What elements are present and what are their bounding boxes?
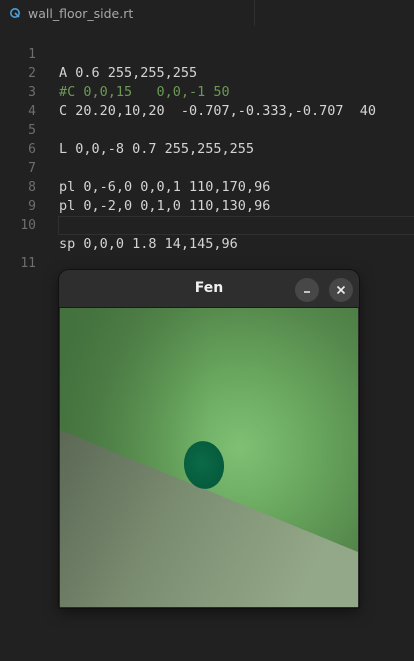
line-text: sp 0,0,0 1.8 14,145,96 — [59, 236, 238, 252]
code-editor[interactable]: 1 A 0.6 255,255,255 2 #C 0,0,15 0,0,-1 5… — [0, 26, 414, 271]
render-window[interactable]: Fen — [59, 270, 359, 608]
minimize-icon — [304, 291, 310, 293]
window-titlebar[interactable]: Fen — [59, 270, 359, 308]
close-icon — [336, 285, 346, 295]
line-number: 11 — [20, 256, 36, 271]
close-button[interactable] — [329, 278, 353, 302]
render-viewport — [60, 308, 358, 607]
rt-file-icon — [8, 6, 22, 20]
code-line: 1 A 0.6 255,255,255 — [0, 26, 414, 81]
code-line: 8 pl 0,-2,0 0,1,0 110,130,96 — [0, 159, 414, 214]
code-line-current: 11 — [0, 216, 414, 271]
file-tab[interactable]: wall_floor_side.rt — [0, 0, 255, 26]
file-tab-label: wall_floor_side.rt — [28, 5, 134, 21]
editor-tab-bar: wall_floor_side.rt — [0, 0, 414, 26]
code-line: 5 L 0,0,-8 0.7 255,255,255 — [0, 102, 414, 157]
code-line: 7 pl 0,-6,0 0,0,1 110,170,96 — [0, 140, 414, 195]
minimize-button[interactable] — [295, 278, 319, 302]
code-line: 10 sp 0,0,0 1.8 14,145,96 — [0, 197, 414, 252]
code-line: 6 — [0, 121, 414, 157]
code-line: 9 — [0, 178, 414, 214]
current-line-highlight — [58, 216, 414, 235]
code-line: 3 C 20.20,10,20 -0.707,-0.333,-0.707 40 — [0, 64, 414, 119]
code-line: 4 — [0, 83, 414, 119]
code-line: 2 #C 0,0,15 0,0,-1 50 — [0, 45, 414, 100]
